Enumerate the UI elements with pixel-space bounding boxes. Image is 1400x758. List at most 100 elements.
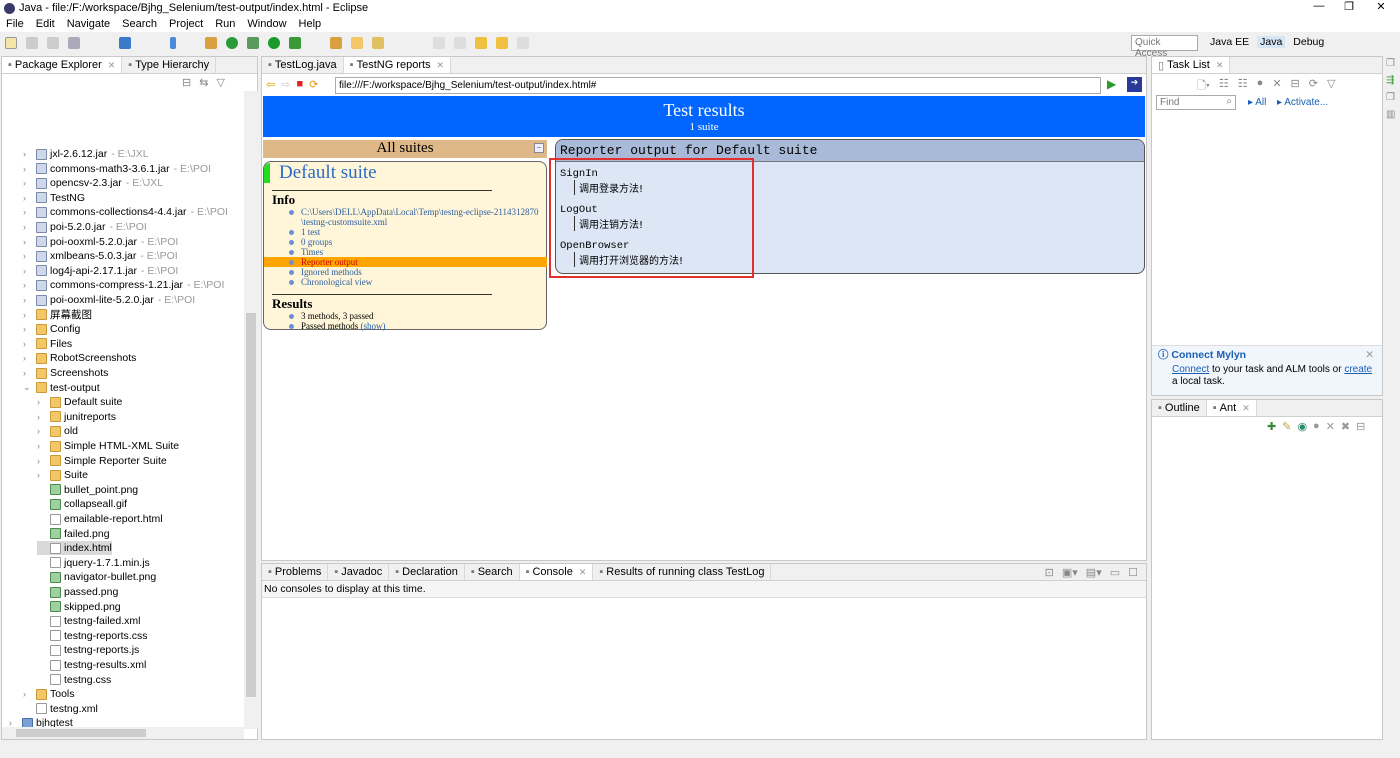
tree-item[interactable]: navigator-bullet.png (37, 570, 156, 584)
info-link[interactable]: Times (264, 247, 547, 257)
menu-navigate[interactable]: Navigate (61, 18, 116, 30)
menu-window[interactable]: Window (241, 18, 292, 30)
info-link[interactable]: Ignored methods (264, 267, 547, 277)
close-tab-icon[interactable]: ✕ (1242, 403, 1250, 414)
debug-icon[interactable] (205, 37, 217, 49)
pin-console-icon[interactable]: ⊡ (1045, 566, 1054, 579)
prev-annotation-icon[interactable] (454, 37, 466, 49)
run-target-icon[interactable]: ◉ (1297, 420, 1307, 433)
tab-javadoc[interactable]: ▪ Javadoc (328, 564, 390, 580)
search-buildfile-icon[interactable]: ✎ (1282, 420, 1291, 433)
tab-task-list[interactable]: ▯ Task List ✕ (1152, 57, 1231, 73)
menu-search[interactable]: Search (116, 18, 163, 30)
go-icon[interactable]: ▶ (1107, 77, 1116, 91)
close-tab-icon[interactable]: ✕ (437, 60, 445, 71)
menu-project[interactable]: Project (163, 18, 209, 30)
chevron-right-icon[interactable]: › (23, 310, 33, 320)
chevron-right-icon[interactable]: › (23, 266, 33, 276)
remove-all-icon[interactable]: ✖ (1341, 420, 1350, 433)
tree-item[interactable]: testng-reports.js (37, 643, 139, 657)
tree-item[interactable]: › poi-ooxml-5.2.0.jar - E:\POI (23, 235, 178, 249)
tree-item[interactable]: testng-failed.xml (37, 614, 140, 628)
tab-testlog-java[interactable]: ▪ TestLog.java (262, 57, 344, 73)
quick-access-input[interactable]: Quick Access (1131, 35, 1198, 59)
run-icon[interactable] (268, 37, 280, 49)
close-tab-icon[interactable]: ✕ (1216, 60, 1224, 71)
external-tools-icon[interactable] (289, 37, 301, 49)
tree-item[interactable]: › Config (23, 322, 80, 336)
bug-icon[interactable] (247, 37, 259, 49)
info-link[interactable]: Reporter output (264, 257, 547, 267)
chevron-down-icon[interactable]: ⌄ (23, 382, 33, 393)
tree-item[interactable]: › poi-5.2.0.jar - E:\POI (23, 220, 147, 234)
info-link[interactable]: 0 groups (264, 237, 547, 247)
chevron-right-icon[interactable]: › (23, 353, 33, 363)
chevron-right-icon[interactable]: › (23, 149, 33, 159)
minimize-icon[interactable]: ▭ (1110, 566, 1120, 579)
perspective-java-ee[interactable]: Java EE (1210, 36, 1249, 48)
progress-icon[interactable]: ⇶ (1386, 75, 1395, 86)
tree-item[interactable]: failed.png (37, 527, 110, 541)
maximize-icon[interactable]: ☐ (1128, 566, 1138, 579)
new-icon[interactable] (5, 37, 17, 49)
search-tool-icon[interactable] (372, 37, 384, 49)
suite-name[interactable]: Default suite (279, 162, 377, 184)
chevron-right-icon[interactable]: › (23, 237, 33, 247)
chevron-right-icon[interactable]: › (23, 339, 33, 349)
tree-item[interactable]: testng.xml (23, 702, 98, 716)
back-icon[interactable] (496, 37, 508, 49)
tab-declaration[interactable]: ▪ Declaration (389, 564, 465, 580)
categorized-icon[interactable]: ☷ (1219, 77, 1229, 96)
chevron-right-icon[interactable]: › (23, 689, 33, 699)
tab-search[interactable]: ▪ Search (465, 564, 520, 580)
tree-item[interactable]: › Screenshots (23, 366, 108, 380)
forward-icon[interactable] (517, 37, 529, 49)
scheduled-icon[interactable]: ☷ (1238, 77, 1248, 96)
last-edit-icon[interactable] (475, 37, 487, 49)
tree-item[interactable]: › TestNG (23, 191, 85, 205)
tree-item[interactable]: › commons-collections4-4.4.jar - E:\POI (23, 205, 228, 219)
restore-icon[interactable]: ❐ (1386, 58, 1395, 69)
sync-icon[interactable]: ⟳ (1309, 77, 1318, 96)
tree-item[interactable]: › old (37, 424, 78, 438)
add-buildfile-icon[interactable]: ✚ (1267, 420, 1276, 433)
collapse-icon[interactable]: ⊟ (1291, 77, 1300, 96)
chevron-right-icon[interactable]: › (37, 470, 47, 480)
back-icon[interactable]: ⇦ (266, 78, 275, 91)
open-type-icon[interactable] (330, 37, 342, 49)
tree-item[interactable]: bullet_point.png (37, 483, 138, 497)
minimize-button[interactable]: — (1304, 0, 1334, 12)
tab-ant[interactable]: ▪ Ant ✕ (1206, 400, 1257, 416)
info-link[interactable]: 1 test (264, 227, 547, 237)
tab-console[interactable]: ▪ Console ✕ (519, 564, 594, 580)
save-icon[interactable] (26, 37, 38, 49)
view-menu-icon[interactable]: ▽ (1327, 77, 1335, 96)
perspective-java[interactable]: Java (1257, 36, 1286, 48)
activate-link[interactable]: ▸ Activate... (1277, 97, 1328, 108)
forward-icon[interactable]: ⇨ (281, 78, 290, 91)
chevron-right-icon[interactable]: › (23, 251, 33, 261)
open-external-icon[interactable]: ➔ (1127, 77, 1142, 92)
chevron-right-icon[interactable]: › (23, 222, 33, 232)
tree-item[interactable]: emailable-report.html (37, 512, 163, 526)
focus-icon[interactable]: ✕ (1272, 77, 1281, 96)
tree-item[interactable]: › junitreports (37, 410, 116, 424)
collapse-icon[interactable]: ⊟ (1356, 420, 1365, 433)
chevron-right-icon[interactable]: › (23, 368, 33, 378)
chevron-right-icon[interactable]: › (23, 193, 33, 203)
new-task-icon[interactable]: 🗋▾ (1197, 77, 1210, 96)
chevron-right-icon[interactable]: › (23, 164, 33, 174)
tree-item[interactable]: index.html (37, 541, 112, 556)
chevron-right-icon[interactable]: › (23, 207, 33, 217)
coverage-icon[interactable] (226, 37, 238, 49)
menu-edit[interactable]: Edit (30, 18, 61, 30)
tree-item[interactable]: › Default suite (37, 395, 122, 409)
tree-item[interactable]: › jxl-2.6.12.jar - E:\JXL (23, 147, 149, 161)
tree-item[interactable]: › commons-math3-3.6.1.jar - E:\POI (23, 162, 211, 176)
pin-icon[interactable] (170, 37, 176, 49)
tree-item[interactable]: collapseall.gif (37, 497, 127, 511)
url-input[interactable]: file:///F:/workspace/Bjhg_Selenium/test-… (335, 77, 1101, 94)
collapse-icon[interactable]: − (534, 143, 544, 153)
chevron-right-icon[interactable]: › (37, 397, 47, 407)
all-link[interactable]: ▸ All (1248, 97, 1266, 108)
